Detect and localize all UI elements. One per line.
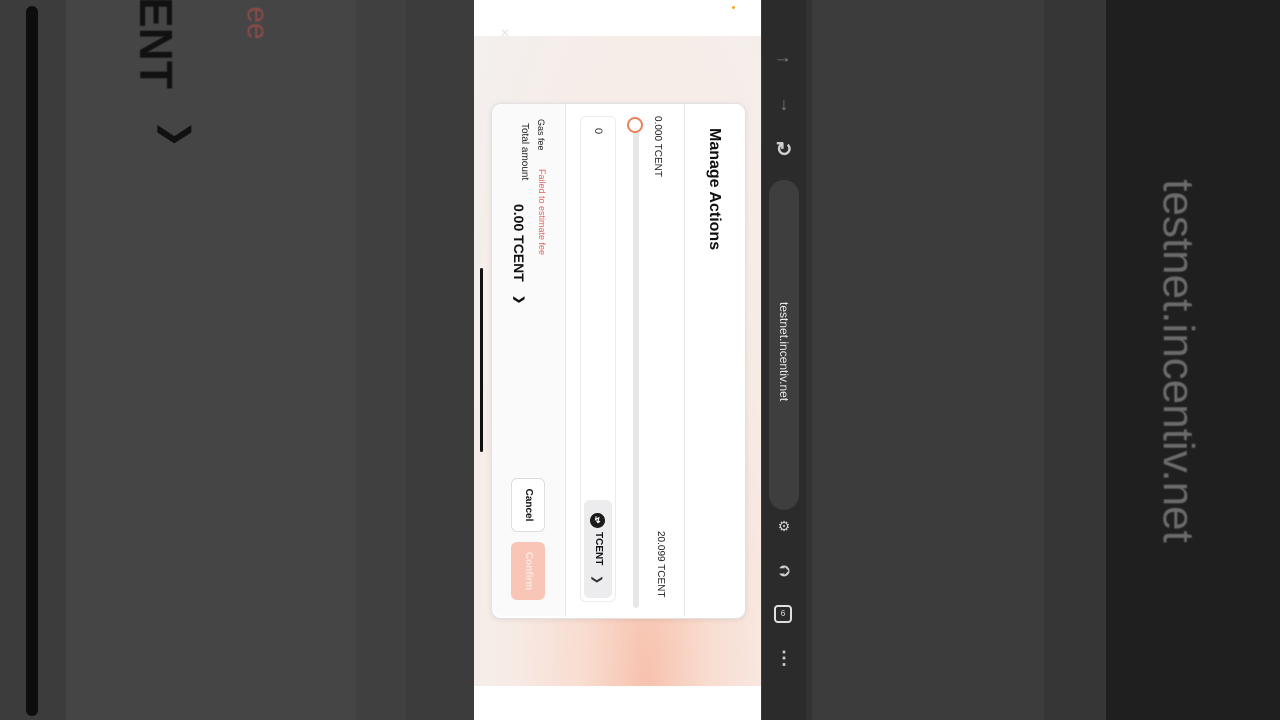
chevron-down-icon: ❯	[591, 575, 603, 585]
gas-fee-label: Gas fee	[536, 119, 546, 151]
amount-slider-thumb[interactable]	[627, 117, 643, 133]
chevron-down-icon[interactable]: ❯	[513, 295, 525, 307]
close-icon[interactable]: ✕	[500, 26, 512, 40]
site-settings-icon[interactable]: ⚙	[769, 514, 799, 538]
background-mirror-text: ENT	[130, 0, 182, 89]
background-mirror-url: testnet.incentiv.net	[1153, 179, 1203, 543]
more-options-icon[interactable]: ⋮	[769, 646, 799, 670]
slider-min-label: 0.000 TCENT	[652, 116, 663, 177]
background-left-band	[356, 0, 406, 720]
share-icon[interactable]: ➲	[769, 558, 799, 582]
total-amount-label: Total amount	[519, 123, 530, 181]
total-amount-value: 0.00 TCENT	[511, 204, 527, 282]
amount-slider-track[interactable]	[633, 126, 639, 608]
confirm-button-label: Confirm	[523, 551, 534, 591]
background-right-panel	[1044, 0, 1106, 720]
address-bar-url: testnet.incentiv.net	[777, 302, 791, 402]
background-right-panel	[812, 0, 1044, 720]
reload-icon[interactable]: ↻	[769, 138, 799, 162]
page-bottom	[474, 686, 761, 720]
background-left-band	[66, 0, 356, 720]
token-logo-icon: ↯	[590, 513, 605, 528]
divider	[684, 104, 685, 616]
divider	[565, 104, 566, 616]
slider-max-label: 20.099 TCENT	[655, 531, 666, 598]
arrow-down-icon[interactable]: ↓	[769, 92, 799, 116]
modal-title: Manage Actions	[706, 128, 723, 251]
status-dot-icon	[732, 6, 735, 9]
cancel-button-label: Cancel	[523, 488, 534, 522]
arrow-up-icon[interactable]: ↑	[772, 45, 796, 75]
token-symbol: TCENT	[593, 532, 604, 566]
background-mirror-red-text: ee	[240, 6, 274, 40]
gas-fee-error: Failed to estimate fee	[537, 169, 547, 256]
background-scrollbar	[26, 6, 38, 716]
scroll-indicator[interactable]	[480, 268, 483, 452]
tab-switcher-button[interactable]: 6	[774, 605, 792, 623]
amount-value: 0	[592, 128, 604, 135]
background-chevron-icon: ❯	[157, 119, 196, 149]
